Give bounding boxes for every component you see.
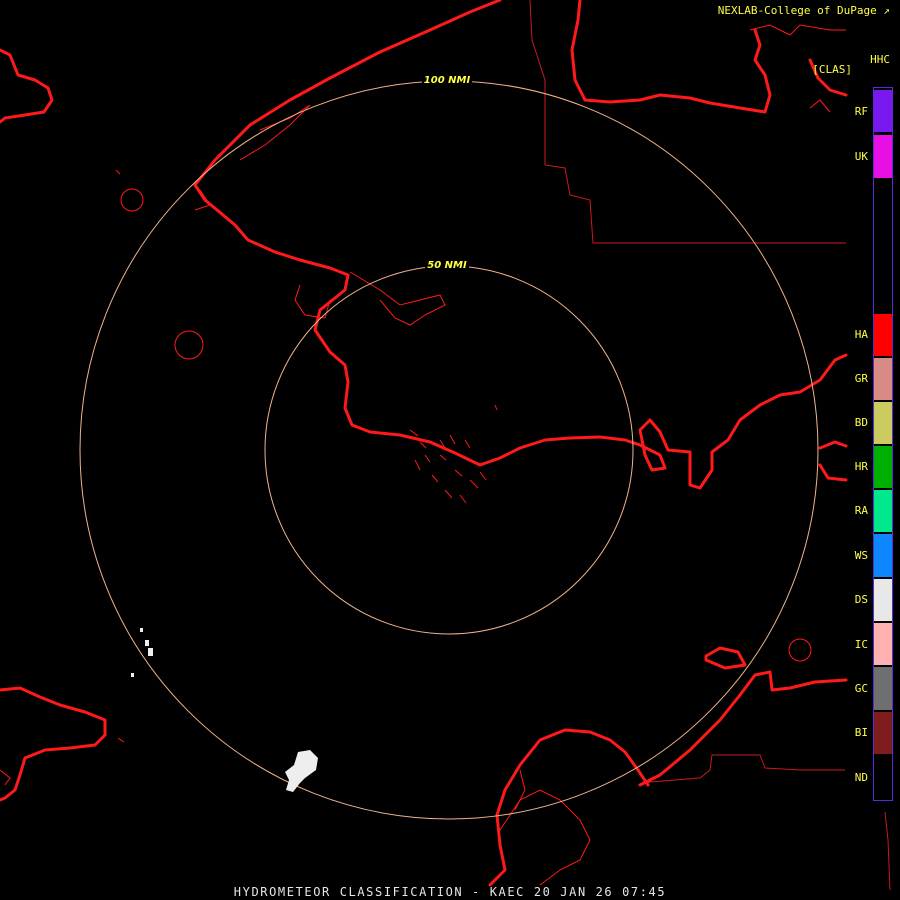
range-ring-labels: 50 NMI 100 NMI (422, 74, 472, 271)
legend-swatch-hr (874, 446, 892, 488)
legend-colorbar (873, 87, 893, 801)
legend-swatch-ws (874, 534, 892, 577)
legend-label-hr: HR (854, 460, 868, 473)
credit-text[interactable]: NEXLAB-College of DuPage ↗ (718, 4, 890, 17)
legend-swatch-ds (874, 579, 892, 621)
external-link-icon: ↗ (883, 4, 890, 17)
credit-label: NEXLAB-College of DuPage (717, 4, 877, 17)
product-footer: HYDROMETEOR CLASSIFICATION - KAEC 20 JAN… (233, 885, 667, 899)
legend-swatch-gr (874, 358, 892, 400)
legend-label-uk: UK (854, 150, 868, 163)
echo-returns (131, 628, 318, 792)
legend-swatch-ic (874, 623, 892, 665)
legend-swatch-uk (874, 135, 892, 178)
legend-label-ra: RA (854, 504, 868, 517)
coastlines (0, 0, 848, 887)
ring-label-50: 50 NMI (427, 260, 467, 271)
legend-label-ds: DS (854, 593, 868, 606)
legend-swatch-ra (874, 490, 892, 532)
legend-swatch-bd (874, 402, 892, 444)
legend-label-ws: WS (854, 549, 868, 562)
legend-label-bi: BI (854, 726, 868, 739)
boundary-lines (529, 0, 891, 891)
legend-swatch-rf (874, 90, 892, 132)
legend-label-gc: GC (854, 682, 868, 695)
legend-label-rf: RF (854, 105, 868, 118)
class-label: [CLAS] (812, 63, 852, 76)
legend-label-gr: GR (854, 372, 868, 385)
legend-label-ic: IC (854, 638, 868, 651)
product-code: HHC (870, 53, 890, 66)
legend-swatch-ha (874, 314, 892, 356)
coast-detail (0, 24, 846, 886)
clutter-speckle (409, 404, 498, 504)
legend-swatch-gc (874, 667, 892, 710)
legend-label-bd: BD (854, 416, 868, 429)
radar-map: 50 NMI 100 NMI (0, 0, 891, 891)
legend-swatch-bi (874, 712, 892, 754)
legend-label-ha: HA (854, 328, 868, 341)
ring-label-100: 100 NMI (424, 75, 471, 86)
legend-label-nd: ND (854, 771, 868, 784)
